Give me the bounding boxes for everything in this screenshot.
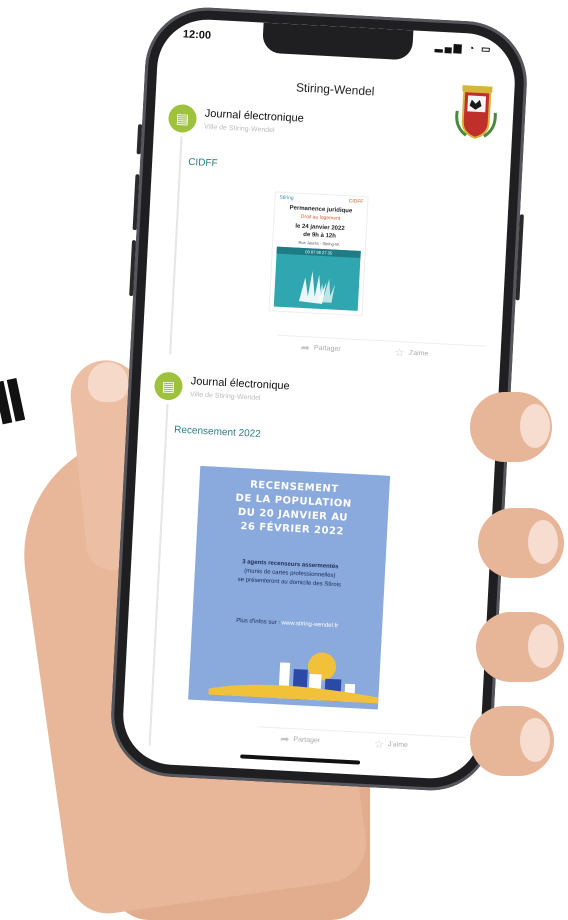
thumb-nail <box>88 362 128 402</box>
like-button[interactable]: ☆ J'aime <box>394 346 429 361</box>
nail-middle <box>528 520 558 564</box>
post-actions: ➦ Partager ☆ J'aime <box>276 334 488 367</box>
poster-link-prefix: Plus d'infos sur : <box>236 617 281 627</box>
poster-link[interactable]: www.stiring-wendel.fr <box>281 620 338 629</box>
cidff-poster-image[interactable]: Stiring CIDFF Permanence juridique Droit… <box>268 191 369 317</box>
share-button[interactable]: ➦ Partager <box>300 341 341 356</box>
share-label: Partager <box>293 736 321 745</box>
thread-line <box>148 404 169 746</box>
share-icon: ➦ <box>300 341 311 355</box>
post-cidff[interactable]: ▤ Journal électronique Ville de Stiring-… <box>156 103 499 371</box>
post-author[interactable]: Journal électronique <box>204 108 304 125</box>
post-actions: ➦ Partager ☆ J'aime <box>255 726 467 759</box>
city-skyline-illustration-icon <box>208 652 379 704</box>
poster-logo-right: CIDFF <box>348 198 364 206</box>
thread-line <box>169 136 183 355</box>
volume-up-button <box>132 174 140 231</box>
poster-link-line: Plus d'infos sur : www.stiring-wendel.fr <box>192 616 382 632</box>
nail-ring <box>528 624 558 668</box>
post-source: Ville de Stiring-Wendel <box>189 391 261 402</box>
like-label: J'aime <box>408 349 429 358</box>
like-button[interactable]: ☆ J'aime <box>374 737 409 752</box>
share-button[interactable]: ➦ Partager <box>280 732 321 747</box>
volume-down-button <box>129 239 137 297</box>
post-recensement[interactable]: ▤ Journal électronique Ville de Stiring-… <box>136 371 485 762</box>
poster-body: 3 agents recenseurs assermentés (munis d… <box>194 556 385 593</box>
post-source: Ville de Stiring-Wendel <box>203 123 275 135</box>
hands-illustration-icon <box>298 270 336 305</box>
poster-hands-image: 03 87 88 27 35 <box>273 246 361 311</box>
star-icon: ☆ <box>373 738 385 751</box>
post-text: CIDFF <box>187 156 218 170</box>
status-indicators-icon: ▂▄▆ ◔ ▭ <box>434 41 493 56</box>
phone-device: 12:00 ▂▄▆ ◔ ▭ Stiring-Wendel ▤ Journal é… <box>108 4 530 794</box>
journal-avatar-icon: ▤ <box>167 103 198 134</box>
status-time: 12:00 <box>182 28 212 42</box>
power-button <box>515 214 524 301</box>
post-author[interactable]: Journal électronique <box>190 375 290 392</box>
nail-little <box>520 718 550 762</box>
post-text: Recensement 2022 <box>173 424 262 440</box>
mute-switch <box>136 124 143 155</box>
home-indicator[interactable] <box>240 754 361 765</box>
share-icon: ➦ <box>279 733 290 746</box>
like-label: J'aime <box>387 741 409 750</box>
phone-screen: 12:00 ▂▄▆ ◔ ▭ Stiring-Wendel ▤ Journal é… <box>120 17 518 781</box>
nail-index <box>520 404 550 448</box>
poster-headline: RECENSEMENT DE LA POPULATION DU 20 JANVI… <box>197 476 390 542</box>
journal-avatar-icon: ▤ <box>153 371 184 401</box>
background-glyph: ll <box>0 369 27 440</box>
poster-logo-left: Stiring <box>279 194 294 202</box>
share-label: Partager <box>313 344 341 354</box>
star-icon: ☆ <box>394 346 405 360</box>
recensement-poster-image[interactable]: RECENSEMENT DE LA POPULATION DU 20 JANVI… <box>188 465 391 710</box>
